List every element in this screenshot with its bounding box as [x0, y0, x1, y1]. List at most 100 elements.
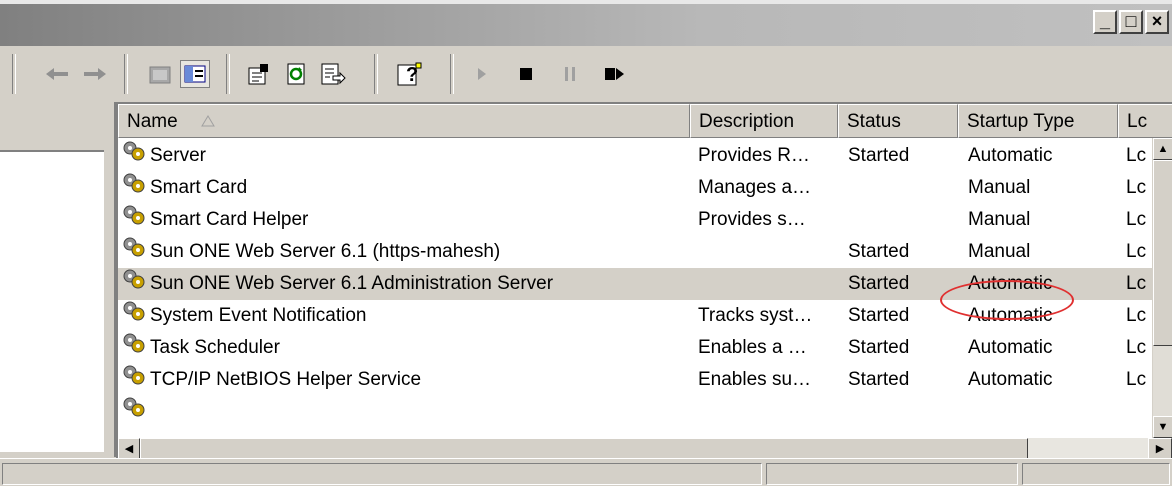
vertical-scrollbar[interactable]: ▲ ▼: [1152, 138, 1172, 438]
table-row[interactable]: Sun ONE Web Server 6.1 Administration Se…: [118, 268, 1154, 300]
service-gear-icon: [122, 172, 146, 194]
window-controls: _ □ ×: [1093, 10, 1169, 34]
export-list-icon[interactable]: [318, 60, 348, 88]
service-description: Provides s…: [698, 209, 806, 230]
service-log-on-as: Lc: [1126, 241, 1147, 262]
column-header-name-label: Name: [127, 111, 178, 132]
toolbar-separator: [226, 54, 230, 94]
status-pane-main: [2, 463, 762, 485]
service-gear-icon: [122, 140, 146, 162]
up-folder-icon[interactable]: [146, 60, 174, 88]
service-log-on-as: Lc: [1126, 337, 1147, 358]
show-hide-tree-icon[interactable]: [180, 60, 210, 88]
close-button[interactable]: ×: [1145, 10, 1169, 34]
service-status: Started: [848, 369, 910, 390]
service-name: Task Scheduler: [150, 337, 280, 358]
toolbar: ?: [0, 46, 1172, 100]
sort-ascending-icon: [201, 105, 215, 137]
service-name: Sun ONE Web Server 6.1 (https-mahesh): [150, 241, 501, 262]
scroll-right-arrow-icon[interactable]: ▶: [1148, 438, 1172, 458]
horizontal-scroll-thumb[interactable]: [140, 438, 1028, 458]
toolbar-separator: [124, 54, 128, 94]
service-gear-icon: [122, 364, 146, 386]
column-header-log-on-as[interactable]: Lc: [1118, 104, 1172, 138]
status-bar: [0, 458, 1172, 486]
column-header-status[interactable]: Status: [838, 104, 958, 138]
service-status: Started: [848, 241, 910, 262]
service-startup-type: Automatic: [968, 337, 1053, 358]
services-list[interactable]: Name Description Status Startup Type Lc …: [116, 102, 1172, 458]
service-startup-type: Automatic: [968, 369, 1053, 390]
restart-service-icon[interactable]: [600, 60, 630, 88]
column-header-description[interactable]: Description: [690, 104, 838, 138]
properties-icon[interactable]: [244, 60, 274, 88]
table-row[interactable]: Smart Card Helper Provides s… Manual Lc: [118, 204, 1154, 236]
console-tree-pane[interactable]: [0, 102, 116, 457]
service-status: Started: [848, 145, 910, 166]
maximize-button[interactable]: □: [1119, 10, 1143, 34]
toolbar-separator: [450, 54, 454, 94]
service-description: Tracks syst…: [698, 305, 813, 326]
service-description: Enables su…: [698, 369, 812, 390]
service-log-on-as: Lc: [1126, 145, 1147, 166]
service-description: Manages a…: [698, 177, 812, 198]
table-row[interactable]: Smart Card Manages a… Manual Lc: [118, 172, 1154, 204]
service-name: Server: [150, 145, 206, 166]
service-name: Smart Card: [150, 177, 248, 198]
service-startup-type: Automatic: [968, 145, 1053, 166]
service-status: Started: [848, 305, 910, 326]
service-name: Sun ONE Web Server 6.1 Administration Se…: [150, 273, 554, 294]
table-row[interactable]: System Event Notification Tracks syst… Sta…: [118, 300, 1154, 332]
service-startup-type: Automatic: [968, 305, 1053, 326]
vertical-scroll-thumb[interactable]: [1153, 160, 1172, 346]
toolbar-separator: [374, 54, 378, 94]
start-service-icon[interactable]: [470, 60, 494, 88]
title-bar-edge: [0, 0, 1172, 4]
service-log-on-as: Lc: [1126, 273, 1147, 294]
horizontal-scrollbar[interactable]: ◀ ▶: [118, 438, 1172, 458]
service-description: Provides R…: [698, 145, 810, 166]
service-log-on-as: Lc: [1126, 305, 1147, 326]
help-icon[interactable]: ?: [394, 60, 426, 88]
service-gear-icon: [122, 236, 146, 258]
service-gear-icon: [122, 332, 146, 354]
service-startup-type: Manual: [968, 241, 1031, 262]
service-name: Smart Card Helper: [150, 209, 309, 230]
minimize-button[interactable]: _: [1093, 10, 1117, 34]
table-row-partial[interactable]: [118, 396, 1154, 428]
service-gear-icon: [122, 396, 146, 418]
forward-arrow-icon[interactable]: [80, 60, 110, 88]
service-description: Enables a …: [698, 337, 807, 358]
service-gear-icon: [122, 300, 146, 322]
status-pane-3: [1022, 463, 1170, 485]
back-arrow-icon[interactable]: [42, 60, 72, 88]
toolbar-separator: [12, 54, 16, 94]
stop-service-icon[interactable]: [514, 60, 538, 88]
table-row[interactable]: Task Scheduler Enables a … Started Automati…: [118, 332, 1154, 364]
service-gear-icon: [122, 204, 146, 226]
table-row[interactable]: Sun ONE Web Server 6.1 (https-mahesh) Sta…: [118, 236, 1154, 268]
service-status: Started: [848, 337, 910, 358]
service-name: TCP/IP NetBIOS Helper Service: [150, 369, 422, 390]
scroll-up-arrow-icon[interactable]: ▲: [1153, 138, 1172, 160]
column-header-bar: Name Description Status Startup Type Lc: [118, 104, 1172, 138]
column-header-name[interactable]: Name: [118, 104, 690, 138]
scroll-left-arrow-icon[interactable]: ◀: [118, 438, 140, 458]
service-startup-type: Manual: [968, 209, 1031, 230]
scroll-down-arrow-icon[interactable]: ▼: [1153, 416, 1172, 438]
pause-service-icon[interactable]: [558, 60, 582, 88]
service-name: System Event Notification: [150, 305, 367, 326]
console-tree[interactable]: [0, 150, 104, 452]
service-startup-type: Automatic: [968, 273, 1053, 294]
title-bar: _ □ ×: [0, 0, 1172, 46]
service-log-on-as: Lc: [1126, 369, 1147, 390]
service-status: Started: [848, 273, 910, 294]
table-row[interactable]: TCP/IP NetBIOS Helper Service Enables su……: [118, 364, 1154, 396]
service-log-on-as: Lc: [1126, 177, 1147, 198]
table-row[interactable]: Server Provides R… Started Automatic Lc: [118, 140, 1154, 172]
refresh-icon[interactable]: [282, 60, 312, 88]
column-header-startup-type[interactable]: Startup Type: [958, 104, 1118, 138]
service-startup-type: Manual: [968, 177, 1031, 198]
service-log-on-as: Lc: [1126, 209, 1147, 230]
status-pane-2: [766, 463, 1018, 485]
